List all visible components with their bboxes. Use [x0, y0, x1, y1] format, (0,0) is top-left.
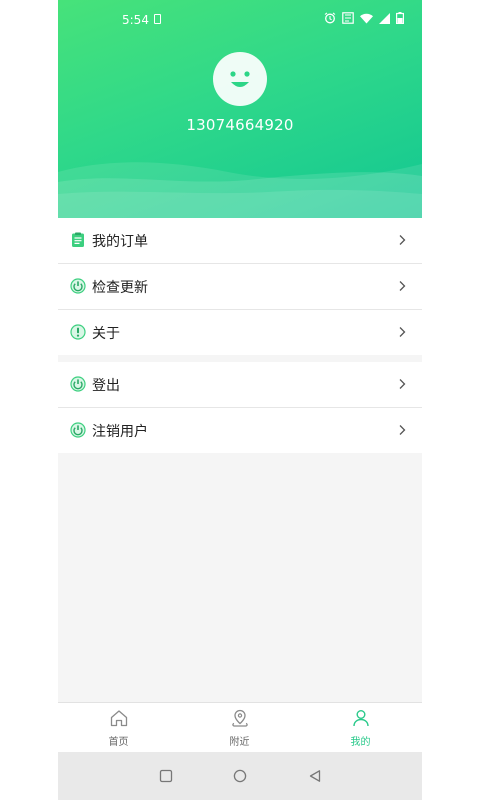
chevron-right-icon — [399, 379, 406, 389]
profile-header: 5:54 13074664920 — [58, 0, 422, 218]
menu-label: 注销用户 — [92, 424, 148, 440]
home-circle-icon[interactable] — [233, 769, 247, 783]
smiley-face-icon — [230, 71, 250, 87]
menu-group-session: 登出 注销用户 — [58, 362, 422, 453]
avatar[interactable] — [213, 52, 267, 106]
signal-icon — [379, 12, 390, 24]
menu-group-account: 我的订单 检查更新 关于 — [58, 218, 422, 355]
back-triangle-icon[interactable] — [308, 769, 322, 783]
status-time: 5:54 — [122, 13, 149, 27]
map-pin-icon — [232, 709, 248, 727]
menu-label: 我的订单 — [92, 234, 148, 250]
menu-item-logout[interactable]: 登出 — [58, 362, 422, 408]
recent-apps-icon[interactable] — [159, 769, 173, 783]
menu-item-deregister[interactable]: 注销用户 — [58, 408, 422, 453]
phone-screen: 5:54 13074664920 我的订单 检查更新 关于 登出 注销用户 首页… — [58, 0, 422, 800]
battery-icon — [396, 12, 404, 24]
nfc-icon — [342, 12, 354, 24]
order-list-icon — [72, 232, 84, 247]
wave-decoration — [58, 162, 422, 218]
power-icon — [70, 422, 86, 438]
tab-home-label: 首页 — [108, 737, 129, 748]
tab-nearby-label: 附近 — [229, 737, 250, 748]
menu-item-about[interactable]: 关于 — [58, 310, 422, 355]
tab-mine-label: 我的 — [350, 737, 371, 748]
power-icon — [70, 376, 86, 392]
bottom-tab-bar: 首页 附近 我的 — [58, 702, 422, 753]
menu-label: 关于 — [92, 326, 120, 342]
menu-item-my-orders[interactable]: 我的订单 — [58, 218, 422, 264]
menu-item-check-update[interactable]: 检查更新 — [58, 264, 422, 310]
status-icons — [324, 12, 404, 24]
menu-label: 检查更新 — [92, 280, 148, 296]
chevron-right-icon — [399, 425, 406, 435]
power-icon — [70, 278, 86, 294]
alarm-icon — [324, 12, 336, 24]
status-bar: 5:54 — [58, 0, 422, 40]
wifi-icon — [360, 13, 373, 23]
tab-mine[interactable]: 我的 — [300, 703, 421, 753]
home-icon — [110, 710, 128, 727]
sim-icon — [154, 14, 161, 24]
tab-nearby[interactable]: 附近 — [179, 703, 300, 753]
chevron-right-icon — [399, 235, 406, 245]
system-navigation-bar — [58, 752, 422, 800]
chevron-right-icon — [399, 281, 406, 291]
tab-home[interactable]: 首页 — [58, 703, 179, 753]
menu-label: 登出 — [92, 378, 120, 394]
person-icon — [353, 710, 369, 727]
chevron-right-icon — [399, 327, 406, 337]
info-icon — [70, 324, 86, 340]
user-phone-number: 13074664920 — [186, 116, 294, 134]
page: 5:54 13074664920 我的订单 检查更新 关于 登出 注销用户 首页… — [0, 0, 480, 800]
